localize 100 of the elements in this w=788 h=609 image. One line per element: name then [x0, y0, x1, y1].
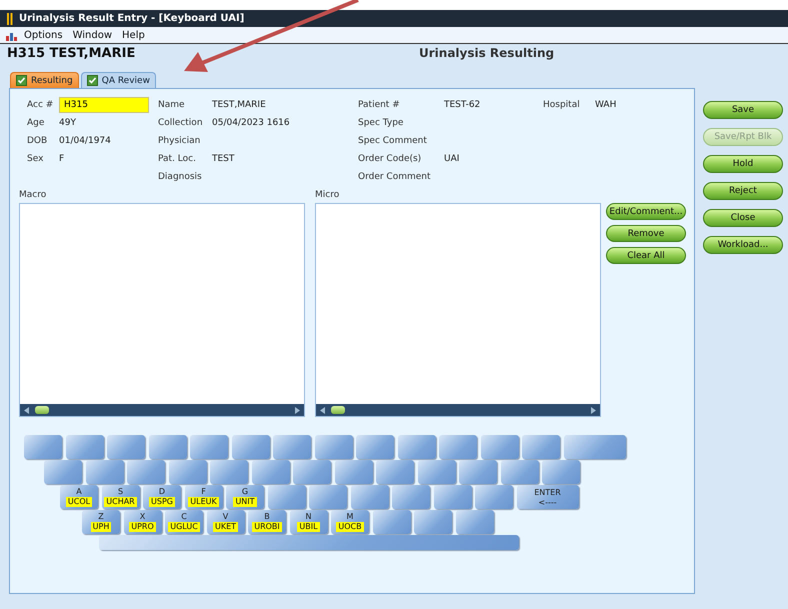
keyboard-key[interactable]: [392, 485, 430, 509]
test-code: UPRO: [129, 522, 156, 532]
keyboard-key[interactable]: [439, 435, 477, 459]
field-value: 05/04/2023 1616: [212, 118, 290, 128]
keyboard-key[interactable]: [480, 435, 518, 459]
keyboard-key[interactable]: [168, 460, 206, 484]
keyboard-key[interactable]: [268, 485, 306, 509]
list-action-button[interactable]: Clear All: [606, 247, 686, 264]
keyboard-key[interactable]: A UCOL: [60, 485, 98, 509]
left-arrow-icon[interactable]: [320, 406, 325, 414]
field-label: Spec Type: [358, 118, 404, 128]
key-letter: N: [306, 512, 312, 521]
field-label: Acc #: [27, 100, 54, 110]
right-arrow-icon[interactable]: [295, 406, 300, 414]
field-value: 49Y: [59, 118, 76, 128]
keyboard-key[interactable]: [44, 460, 82, 484]
enter-key[interactable]: ENTER <----: [516, 485, 578, 509]
keyboard-key[interactable]: C UGLUC: [165, 510, 203, 534]
keyboard-key[interactable]: B UROBI: [248, 510, 286, 534]
keyboard-key[interactable]: [414, 510, 452, 534]
scroll-thumb[interactable]: [331, 406, 345, 414]
keyboard-key[interactable]: [148, 435, 186, 459]
keyboard-key[interactable]: [418, 460, 456, 484]
scroll-thumb[interactable]: [35, 406, 49, 414]
list-label: Micro: [315, 190, 340, 202]
menu-item[interactable]: Window: [68, 30, 116, 40]
keyboard-key[interactable]: [309, 485, 347, 509]
accession-field[interactable]: H315: [59, 97, 149, 113]
scroll-bar[interactable]: [20, 404, 304, 416]
field-label: Hospital: [543, 100, 581, 110]
keyboard-key[interactable]: [24, 435, 62, 459]
keyboard-key[interactable]: [190, 435, 228, 459]
key-letter: ENTER: [534, 488, 561, 496]
field-label: Age: [27, 118, 46, 128]
keyboard-key[interactable]: X UPRO: [124, 510, 162, 534]
keyboard-key[interactable]: [107, 435, 145, 459]
keyboard-key[interactable]: [542, 460, 580, 484]
keyboard-key[interactable]: [434, 485, 472, 509]
keyboard-key[interactable]: [398, 435, 436, 459]
keyboard-key[interactable]: [522, 435, 560, 459]
field-label: Order Code(s): [358, 154, 422, 164]
list-action-button[interactable]: Edit/Comment...: [606, 203, 686, 220]
field-label: Order Comment: [358, 172, 432, 182]
list-box[interactable]: [315, 203, 601, 417]
field-value: F: [59, 154, 64, 164]
tab[interactable]: QA Review: [80, 72, 156, 88]
keyboard-key[interactable]: V UKET: [206, 510, 244, 534]
list-box[interactable]: [19, 203, 305, 417]
keyboard-key[interactable]: G UNIT: [226, 485, 264, 509]
keyboard-key[interactable]: M UOCB: [331, 510, 369, 534]
action-button[interactable]: Close: [703, 209, 783, 227]
keyboard-key[interactable]: [314, 435, 352, 459]
enter-arrow: <----: [538, 498, 557, 506]
field-value: TEST-62: [444, 100, 480, 110]
keyboard-key[interactable]: [86, 460, 124, 484]
keyboard-key[interactable]: S UCHAR: [102, 485, 140, 509]
field-label: Name: [158, 100, 186, 110]
test-code: UGLUC: [168, 522, 200, 532]
action-button[interactable]: Save: [703, 101, 783, 119]
left-arrow-icon[interactable]: [24, 406, 29, 414]
field-value: WAH: [595, 100, 616, 110]
keyboard-key[interactable]: [210, 460, 248, 484]
keyboard-key[interactable]: [376, 460, 414, 484]
keyboard-key[interactable]: [273, 435, 311, 459]
keyboard-key[interactable]: D USPG: [143, 485, 181, 509]
keyboard-key[interactable]: [564, 435, 626, 459]
menu-item[interactable]: Help: [118, 30, 149, 40]
keyboard-key[interactable]: [356, 435, 394, 459]
keyboard-key[interactable]: F ULEUK: [184, 485, 222, 509]
keyboard-key[interactable]: [456, 510, 494, 534]
keyboard-key[interactable]: [475, 485, 513, 509]
keyboard-key[interactable]: N UBIL: [290, 510, 328, 534]
space-bar[interactable]: [99, 535, 519, 550]
test-code: UOCB: [336, 522, 364, 532]
keyboard-key[interactable]: [293, 460, 331, 484]
field-value: TEST: [212, 154, 234, 164]
keyboard-key[interactable]: [350, 485, 388, 509]
list-label: Macro: [19, 190, 48, 202]
keyboard-key[interactable]: [334, 460, 372, 484]
field-label: Spec Comment: [358, 136, 428, 146]
action-button[interactable]: Workload...: [703, 236, 783, 254]
menu-item[interactable]: Options: [20, 30, 67, 40]
keyboard-key[interactable]: [252, 460, 290, 484]
patient-heading: H315 TEST,MARIE: [7, 46, 136, 60]
keyboard-key[interactable]: [127, 460, 165, 484]
keyboard-key[interactable]: [372, 510, 410, 534]
keyboard-key[interactable]: [232, 435, 270, 459]
action-button[interactable]: Reject: [703, 182, 783, 200]
field-label: Collection: [158, 118, 204, 128]
keyboard-key[interactable]: Z UPH: [82, 510, 120, 534]
keyboard-key[interactable]: [500, 460, 538, 484]
test-code: UROBI: [252, 522, 282, 532]
right-arrow-icon[interactable]: [591, 406, 596, 414]
keyboard-key[interactable]: [66, 435, 104, 459]
keyboard-key[interactable]: [459, 460, 497, 484]
action-button[interactable]: Hold: [703, 155, 783, 173]
field-value: TEST,MARIE: [212, 100, 266, 110]
scroll-bar[interactable]: [316, 404, 600, 416]
tab[interactable]: Resulting: [10, 72, 79, 88]
list-action-button[interactable]: Remove: [606, 225, 686, 242]
